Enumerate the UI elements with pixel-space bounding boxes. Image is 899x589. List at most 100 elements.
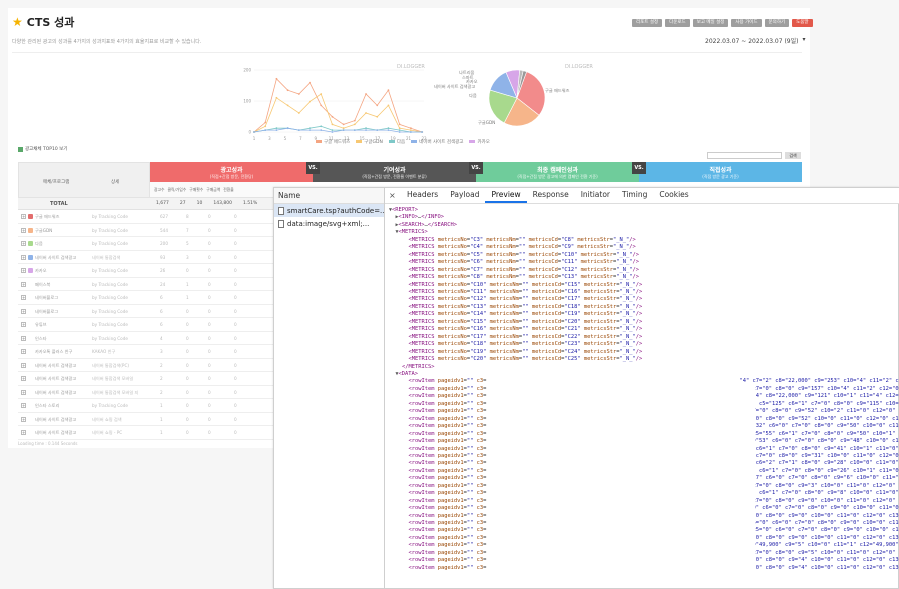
expand-icon[interactable]: + [21,430,26,435]
xml-token: metricsStr [583,318,617,325]
total-value: 10 [196,201,203,206]
metric-column-header[interactable]: 구매횟수 [189,187,203,193]
table-row[interactable]: + 네이버블로그 by Tracking Code 6 1 0 0 [18,291,280,305]
expand-icon[interactable]: + [21,416,26,422]
table-row[interactable]: + 유튜브 by Tracking Code 6 0 0 0 [18,318,280,332]
expand-icon[interactable]: + [21,389,26,395]
close-icon[interactable]: × [389,189,401,203]
row-value: 26 [160,268,166,273]
tab-payload[interactable]: Payload [444,188,485,203]
series-color-chip [28,241,33,246]
request-item-svg[interactable]: data:image/svg+xml;... [274,217,384,230]
series-point [387,127,390,130]
expand-icon[interactable]: + [21,403,26,408]
expand-icon[interactable]: + [21,214,26,219]
expand-icon[interactable]: + [21,241,26,246]
tab-response[interactable]: Response [527,188,575,203]
expand-icon[interactable]: + [21,362,26,368]
help-button[interactable]: 도움말 [792,19,813,27]
tab-preview[interactable]: Preview [485,188,527,203]
metric-column-header[interactable]: 광고수 [154,187,164,193]
tab-timing[interactable]: Timing [616,188,653,203]
table-row[interactable]: + 구글 애드워즈 by Tracking Code 627 8 0 0 [18,210,280,224]
xml-token: "_N_" [619,311,636,318]
table-row[interactable]: + 카카오 by Tracking Code 26 0 0 0 [18,264,280,278]
expand-icon[interactable]: + [21,335,26,341]
xml-token: metricsCd [531,333,562,340]
inquiry-button[interactable]: 문의하기 [764,19,790,27]
series-point [264,129,267,131]
xml-token: "C18" [564,303,581,310]
expand-icon[interactable]: + [21,254,26,260]
xml-token: "" [466,400,474,407]
group-title: 직접성과 [709,167,732,174]
expand-icon[interactable]: + [21,349,26,354]
pie-label: 구글GDN [478,120,496,125]
mail-settings-button[interactable]: 보고 메일 설정 [692,19,729,27]
xml-token: metricsCd [531,326,562,333]
series-point [365,129,367,131]
xml-token: ic" c5="0" c6="0" c7="0" c8="0" c9="0" c… [740,527,899,534]
metric-column-header[interactable]: 구매금액 [206,187,220,193]
xml-token: "" [466,542,474,549]
expand-icon[interactable]: + [21,268,26,273]
metric-column-header[interactable]: 클릭/가입수 [167,187,186,193]
col-media-header[interactable]: 매체/프로그램 [43,179,69,185]
row-value: 544 [160,227,168,233]
xml-token: metricsNm [489,333,519,340]
table-row[interactable]: + 카카오톡 플러스 친구 KAKAO 친구 3 0 0 0 [18,345,280,359]
table-row[interactable]: + 인스타 by Tracking Code 4 0 0 0 [18,332,280,345]
expand-icon[interactable]: + [21,295,26,300]
expand-icon[interactable]: + [21,376,26,381]
table-search-input[interactable] [707,152,782,159]
expand-icon[interactable]: + [21,227,26,233]
xml-token: /> [635,311,643,318]
tab-initiator[interactable]: Initiator [575,188,616,203]
date-range-picker[interactable]: 2022.03.07 ~ 2022.03.07 (9일) ▾ [705,36,806,45]
xml-token: <rowItem [408,378,435,385]
expand-icon[interactable]: + [21,281,26,287]
expand-icon[interactable]: + [21,308,26,314]
loading-time-note: Loading time : 0.144 Seconds [18,441,78,446]
request-item-smartcare[interactable]: smartCare.tsp?authCode=... [274,204,384,217]
table-row[interactable]: + 구글GDN by Tracking Code 544 7 0 0 [18,224,280,237]
series-point [275,127,278,130]
xml-token: pageidv1 [437,542,464,549]
legend-item[interactable]: 네이버 사이트 검색광고 [411,139,463,145]
favorite-star-icon[interactable]: ★ [12,16,23,28]
xml-token: "" [466,393,474,400]
xml-token: <METRICS [408,251,435,258]
row-value: 0 [208,403,211,408]
legend-item[interactable]: 카카오 [469,139,490,145]
table-row[interactable]: + 네이버 사이트 검색광고 네이버 통합검색 모바일 2 0 0 0 [18,372,280,386]
row-value: 1 [186,295,189,300]
top10-toggle[interactable]: 광고채체 TOP10 보기 [18,146,67,152]
guide-button[interactable]: 사용 가이드 [731,19,762,27]
table-row[interactable]: + 네이버 사이트 검색광고 네이버 통합검색(PC) 2 0 0 0 [18,359,280,372]
table-row[interactable]: + 페이스북 by Tracking Code 24 1 0 0 [18,278,280,291]
expand-icon[interactable]: + [21,322,26,327]
xml-token: "" [522,341,529,348]
table-row[interactable]: + 네이버 사이트 검색광고 네이버 통합검색 93 3 0 0 [18,251,280,264]
metric-column-header[interactable]: 전환율 [223,187,233,193]
table-row[interactable]: + 네이버 사이트 검색광고 네이버 쇼핑 검색 1 0 0 0 [18,413,280,426]
col-type-header[interactable]: 상세 [111,179,119,185]
tab-headers[interactable]: Headers [401,188,444,203]
legend-item[interactable]: 구글 애드워즈 [316,139,350,145]
table-row[interactable]: + 네이버 사이트 검색광고 네이버 쇼핑 - PC 1 0 0 0 [18,426,280,440]
table-row[interactable]: + 네이버 사이트 검색광고 네이버 통합검색 모바일 지 2 0 0 0 [18,386,280,399]
report-settings-button[interactable]: 리포트 설정 [632,19,663,27]
row-media-name: 유튜브 [35,322,47,327]
legend-item[interactable]: 다음 [388,139,405,145]
checkbox-icon[interactable] [18,146,23,152]
table-row[interactable]: + 네이버블로그 by Tracking Code 6 0 0 0 [18,305,280,318]
tab-cookies[interactable]: Cookies [653,188,694,203]
request-name: data:image/svg+xml;... [287,219,370,228]
legend-item[interactable]: 구글GDN [356,139,383,145]
table-search-button[interactable]: 검색 [785,152,801,159]
xml-token: </METRICS> [401,363,435,370]
table-row[interactable]: + 다음 by Tracking Code 200 5 0 0 [18,237,280,251]
download-button[interactable]: 다운로드 [665,19,690,27]
name-column-header[interactable]: Name [274,188,384,204]
table-row[interactable]: + 인스타 스토리 by Tracking Code 1 0 0 0 [18,399,280,413]
